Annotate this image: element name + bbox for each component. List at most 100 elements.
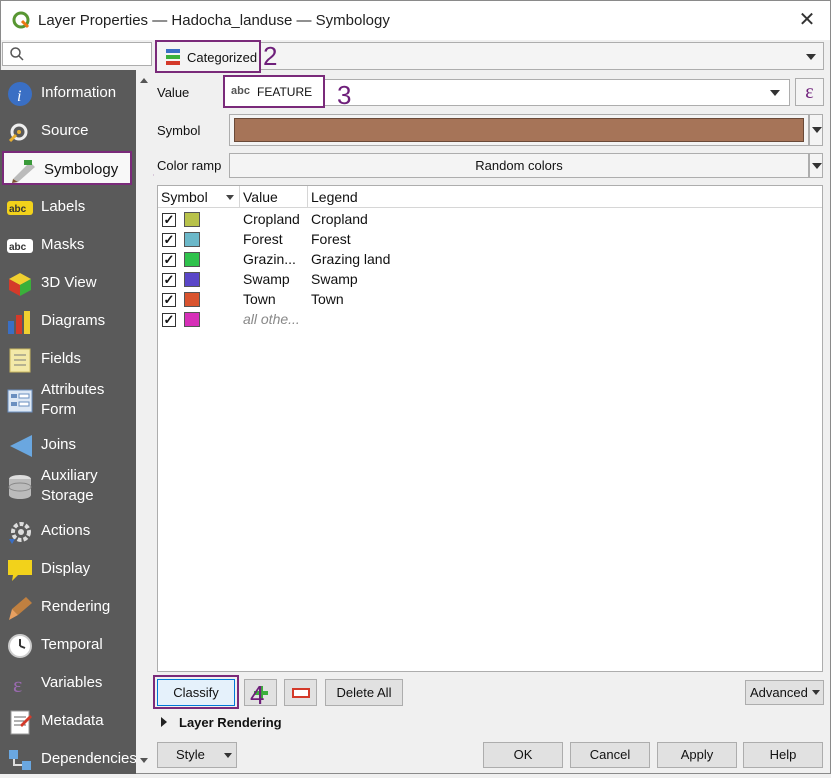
- delete-all-button[interactable]: Delete All: [325, 679, 403, 706]
- row-checkbox[interactable]: ✓: [162, 313, 176, 327]
- help-button[interactable]: Help: [743, 742, 823, 768]
- sidebar-item-diagrams[interactable]: Diagrams: [0, 302, 136, 340]
- close-icon[interactable]: ✕: [796, 9, 818, 31]
- sidebar-item-auxiliary-storage[interactable]: Auxiliary Storage: [0, 464, 136, 508]
- layer-rendering-section[interactable]: Layer Rendering: [179, 715, 282, 730]
- row-checkbox[interactable]: ✓: [162, 213, 176, 227]
- row-legend: Grazing land: [311, 251, 391, 267]
- row-checkbox[interactable]: ✓: [162, 233, 176, 247]
- sidebar-item-actions[interactable]: Actions: [0, 512, 136, 550]
- sidebar-item-label: Actions: [41, 522, 91, 539]
- scroll-down-icon[interactable]: [140, 758, 148, 763]
- row-symbol-swatch[interactable]: [184, 252, 200, 267]
- 3d-view-icon: [9, 273, 31, 296]
- row-value: Grazin...: [243, 251, 296, 267]
- chevron-down-icon: [770, 90, 780, 96]
- sidebar-item-label: Symbology: [44, 161, 119, 178]
- cancel-button[interactable]: Cancel: [570, 742, 650, 768]
- dependencies-icon: [9, 750, 31, 770]
- row-checkbox[interactable]: ✓: [162, 293, 176, 307]
- row-checkbox[interactable]: ✓: [162, 253, 176, 267]
- sidebar-item-masks[interactable]: abc Masks: [0, 226, 136, 264]
- chevron-down-icon: [812, 127, 822, 133]
- symbol-label: Symbol: [157, 123, 201, 138]
- sidebar-item-temporal[interactable]: Temporal: [0, 626, 136, 664]
- row-value: all othe...: [243, 311, 300, 327]
- column-header-value[interactable]: Value: [240, 186, 308, 208]
- svg-text:abc: abc: [9, 204, 27, 215]
- expand-arrow-icon[interactable]: [161, 717, 167, 727]
- metadata-icon: [10, 710, 32, 735]
- actions-icon: [9, 522, 31, 544]
- value-label: Value: [157, 85, 190, 100]
- sidebar-scrollbar[interactable]: [136, 70, 153, 770]
- variables-icon: ε: [13, 672, 22, 697]
- expression-button[interactable]: ε: [795, 78, 824, 106]
- scroll-up-icon[interactable]: [140, 78, 148, 83]
- sidebar-item-label: Temporal: [41, 636, 103, 653]
- renderer-selected-box[interactable]: Categorized: [155, 40, 261, 73]
- info-icon: i: [8, 82, 32, 106]
- auxiliary-storage-icon: [8, 475, 32, 499]
- sidebar-item-joins[interactable]: Joins: [0, 426, 136, 464]
- attributes-form-icon: [7, 389, 33, 413]
- sidebar-item-fields[interactable]: Fields: [0, 340, 136, 378]
- annotation-4: 4: [250, 680, 265, 710]
- symbol-button[interactable]: [229, 114, 809, 146]
- row-symbol-swatch[interactable]: [184, 232, 200, 247]
- sidebar-item-attributes-form[interactable]: Attributes Form: [0, 378, 136, 422]
- sidebar-item-label: 3D View: [41, 274, 97, 291]
- color-ramp-label: Color ramp: [157, 158, 222, 173]
- ok-button[interactable]: OK: [483, 742, 563, 768]
- categories-table[interactable]: Symbol Value Legend ✓ Cropland Cropland …: [157, 185, 823, 672]
- sidebar-item-label: Display: [41, 560, 91, 577]
- color-ramp-button[interactable]: Random colors: [229, 153, 809, 178]
- remove-icon: [292, 688, 310, 698]
- sidebar-item-label: Dependencies: [41, 750, 137, 767]
- display-icon: [8, 560, 32, 581]
- categorized-icon: [166, 49, 180, 65]
- column-header-legend[interactable]: Legend: [308, 186, 408, 208]
- sidebar-item-label: Diagrams: [41, 312, 106, 329]
- table-row[interactable]: ✓ Town Town: [158, 290, 822, 310]
- row-symbol-swatch[interactable]: [184, 272, 200, 287]
- sidebar-item-symbology[interactable]: Symbology: [2, 151, 132, 185]
- sidebar-item-information[interactable]: i Information: [0, 74, 136, 112]
- chevron-down-icon: [812, 690, 820, 695]
- sidebar-item-rendering[interactable]: Rendering: [0, 588, 136, 626]
- symbol-dropdown[interactable]: [809, 114, 823, 146]
- masks-icon: abc: [7, 239, 33, 253]
- color-ramp-dropdown[interactable]: [809, 153, 823, 178]
- renderer-label: Categorized: [187, 50, 258, 65]
- classify-button[interactable]: Classify: [157, 679, 235, 706]
- sidebar-item-3d-view[interactable]: 3D View: [0, 264, 136, 302]
- table-row[interactable]: ✓ Grazin... Grazing land: [158, 250, 822, 270]
- sidebar-item-dependencies[interactable]: Dependencies: [0, 740, 137, 778]
- value-field-highlight[interactable]: abc FEATURE: [223, 75, 325, 108]
- sidebar-item-label: Metadata: [41, 712, 104, 729]
- row-checkbox[interactable]: ✓: [162, 273, 176, 287]
- table-row[interactable]: ✓ Forest Forest: [158, 230, 822, 250]
- table-row[interactable]: ✓ Swamp Swamp: [158, 270, 822, 290]
- row-value: Town: [243, 291, 276, 307]
- sidebar-item-metadata[interactable]: Metadata: [0, 702, 136, 740]
- sidebar-item-labels[interactable]: abc Labels: [0, 188, 136, 226]
- sidebar-item-label: Joins: [41, 436, 77, 453]
- svg-text:i: i: [17, 88, 21, 105]
- chevron-down-icon: [224, 753, 232, 758]
- apply-button[interactable]: Apply: [657, 742, 737, 768]
- row-symbol-swatch[interactable]: [184, 212, 200, 227]
- row-legend: Swamp: [311, 271, 358, 287]
- remove-category-button[interactable]: [284, 679, 317, 706]
- table-row[interactable]: ✓ Cropland Cropland: [158, 210, 822, 230]
- style-button[interactable]: Style: [157, 742, 237, 768]
- row-symbol-swatch[interactable]: [184, 292, 200, 307]
- row-symbol-swatch[interactable]: [184, 312, 200, 327]
- sidebar-item-source[interactable]: Source: [0, 112, 136, 150]
- sidebar-item-display[interactable]: Display: [0, 550, 136, 588]
- advanced-button[interactable]: Advanced: [745, 680, 824, 705]
- column-header-symbol[interactable]: Symbol: [158, 186, 240, 208]
- sidebar-item-variables[interactable]: ε Variables: [0, 664, 136, 702]
- style-label: Style: [176, 747, 205, 762]
- table-row[interactable]: ✓ all othe...: [158, 310, 822, 330]
